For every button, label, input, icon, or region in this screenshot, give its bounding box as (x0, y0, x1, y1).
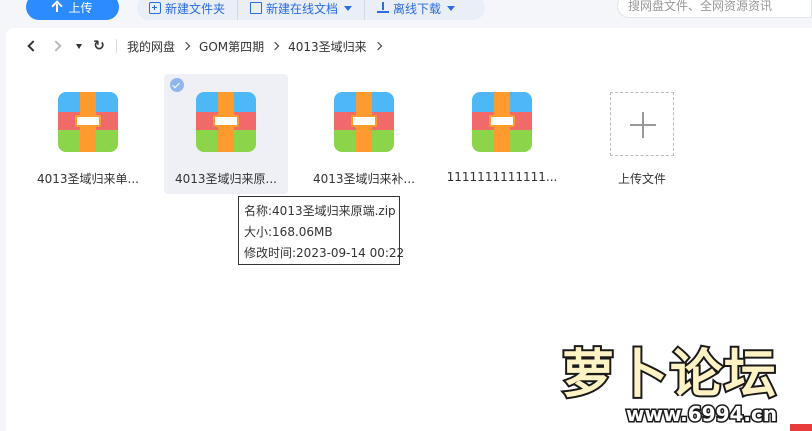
history-dropdown-button[interactable] (72, 43, 86, 49)
forward-button[interactable] (46, 35, 68, 57)
site-watermark-logo: 萝卜论坛 www.6994.cn (560, 332, 806, 428)
toolbar-action-group: 新建文件夹 新建在线文档 离线下载 (137, 0, 485, 20)
upload-button-label: 上传 (68, 0, 93, 15)
file-name: 1111111111111... (446, 170, 558, 184)
search-box (617, 0, 812, 18)
caret-down-icon (76, 43, 82, 49)
upload-file-tile[interactable]: 上传文件 (578, 74, 702, 194)
refresh-button[interactable]: ↻ (88, 38, 110, 54)
tooltip-name: 名称:4013圣域归来原端.zip (244, 204, 396, 218)
watermark-logo-text: 萝卜论坛 (560, 343, 779, 407)
zip-file-icon (472, 92, 532, 152)
upload-arrow-icon (52, 2, 62, 12)
tooltip-size: 大小:168.06MB (244, 225, 333, 239)
navigation-bar: ↻ 我的网盘 GOM第四期 4013圣域归来 (6, 28, 812, 64)
file-item-selected[interactable]: 4013圣域归来原... (164, 74, 288, 194)
chevron-right-icon (373, 41, 382, 51)
breadcrumb: 我的网盘 GOM第四期 4013圣域归来 (127, 38, 391, 55)
plus-icon (610, 92, 674, 156)
back-button[interactable] (20, 35, 42, 57)
new-folder-label: 新建文件夹 (165, 1, 226, 16)
corner-decoration (790, 424, 812, 431)
upload-file-label: 上传文件 (617, 172, 666, 186)
offline-download-label: 离线下载 (393, 1, 442, 16)
chevron-left-icon (26, 40, 39, 52)
zip-file-icon (196, 92, 256, 152)
chevron-right-icon (49, 40, 62, 52)
file-item[interactable]: 4013圣域归来单... (26, 74, 150, 194)
zip-file-icon (334, 92, 394, 152)
file-info-tooltip: 名称:4013圣域归来原端.zip 大小:168.06MB 修改时间:2023-… (238, 196, 405, 265)
nav-divider (116, 39, 117, 53)
file-item[interactable]: 1111111111111... (440, 74, 564, 194)
file-name: 4013圣域归来原... (175, 172, 277, 186)
new-online-doc-label: 新建在线文档 (266, 1, 339, 16)
file-name: 4013圣域归来单... (37, 172, 139, 186)
online-doc-icon (250, 2, 263, 14)
offline-download-button[interactable]: 离线下载 (365, 0, 467, 20)
tooltip-modified: 修改时间:2023-09-14 00:22 (244, 246, 405, 260)
file-item[interactable]: 4013圣域归来补... (302, 74, 426, 194)
check-circle-icon[interactable] (170, 78, 184, 92)
breadcrumb-item-folder[interactable]: GOM第四期 (199, 38, 264, 55)
watermark-url: www.6994.cn (624, 401, 778, 428)
new-online-doc-button[interactable]: 新建在线文档 (238, 0, 366, 20)
refresh-icon: ↻ (93, 38, 105, 54)
breadcrumb-item-current[interactable]: 4013圣域归来 (288, 38, 367, 55)
top-toolbar: 上传 新建文件夹 新建在线文档 离线下载 (0, 0, 812, 28)
search-input[interactable] (628, 0, 808, 13)
download-icon (377, 2, 390, 14)
zip-file-icon (58, 92, 118, 152)
new-folder-icon (149, 2, 161, 14)
breadcrumb-item-root[interactable]: 我的网盘 (127, 38, 175, 55)
chevron-right-icon (270, 41, 280, 51)
chevron-right-icon (181, 41, 191, 51)
file-name: 4013圣域归来补... (313, 172, 415, 186)
caret-down-icon (447, 5, 456, 11)
caret-down-icon (344, 5, 353, 11)
new-folder-button[interactable]: 新建文件夹 (137, 0, 239, 20)
upload-button[interactable]: 上传 (26, 0, 119, 20)
